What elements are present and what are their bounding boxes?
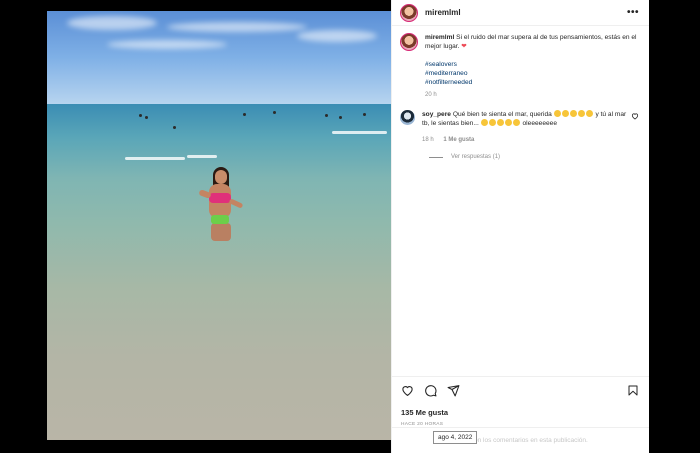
comment-bar: on los comentarios en esta publicación. …: [392, 427, 649, 453]
post-header: miremlml •••: [392, 0, 649, 26]
post-actions: 135 Me gusta HACE 20 HORAS: [392, 376, 649, 427]
caption-text: Si el ruido del mar supera al de tus pen…: [425, 34, 637, 50]
comment-text-end: oleeeeeeee: [522, 120, 557, 127]
date-tooltip: ago 4, 2022: [433, 431, 478, 444]
sea: [47, 104, 391, 440]
comment-likes[interactable]: 1 Me gusta: [443, 137, 474, 143]
comment-text-start: Qué bien te sienta el mar, querida: [452, 111, 552, 118]
more-options-icon[interactable]: •••: [627, 7, 639, 18]
view-replies-label: Ver respuestas (1): [451, 154, 501, 160]
post-modal: miremlml ••• miremlml Si el ruido del ma…: [47, 0, 649, 453]
caption-avatar[interactable]: [400, 33, 418, 51]
caption-username[interactable]: miremlml: [425, 34, 454, 41]
comment-like-icon[interactable]: [631, 112, 639, 122]
caption-time[interactable]: 20 h: [425, 91, 639, 100]
post-side-panel: miremlml ••• miremlml Si el ruido del ma…: [391, 0, 649, 453]
heart-icon[interactable]: [401, 384, 414, 397]
view-replies-button[interactable]: Ver respuestas (1): [429, 154, 639, 160]
comments-section: miremlml Si el ruido del mar supera al d…: [392, 27, 649, 375]
heart-emoji: ❤: [461, 43, 467, 50]
commenter-avatar[interactable]: [400, 110, 415, 125]
hashtag-link[interactable]: #mediterraneo: [425, 69, 639, 78]
caption: miremlml Si el ruido del mar supera al d…: [400, 33, 639, 100]
avatar[interactable]: [400, 3, 418, 22]
header-username[interactable]: miremlml: [425, 8, 461, 17]
comment-time[interactable]: 18 h: [422, 137, 434, 143]
comments-disabled-note: on los comentarios en esta publicación.: [474, 437, 588, 444]
bookmark-icon[interactable]: [627, 384, 639, 397]
comment-item: soy_pere Qué bien te sienta el mar, quer…: [400, 110, 639, 145]
woman-in-water: [198, 167, 244, 245]
likes-count[interactable]: 135 Me gusta: [401, 408, 639, 417]
hashtag-link[interactable]: #notfilterneeded: [425, 78, 639, 87]
post-photo[interactable]: [47, 0, 391, 453]
emoji-group: [480, 119, 521, 127]
comment-icon[interactable]: [424, 384, 437, 397]
emoji-group: [553, 110, 594, 118]
commenter-username[interactable]: soy_pere: [422, 111, 451, 118]
send-icon[interactable]: [447, 384, 460, 397]
hashtag-link[interactable]: #sealovers: [425, 60, 639, 69]
